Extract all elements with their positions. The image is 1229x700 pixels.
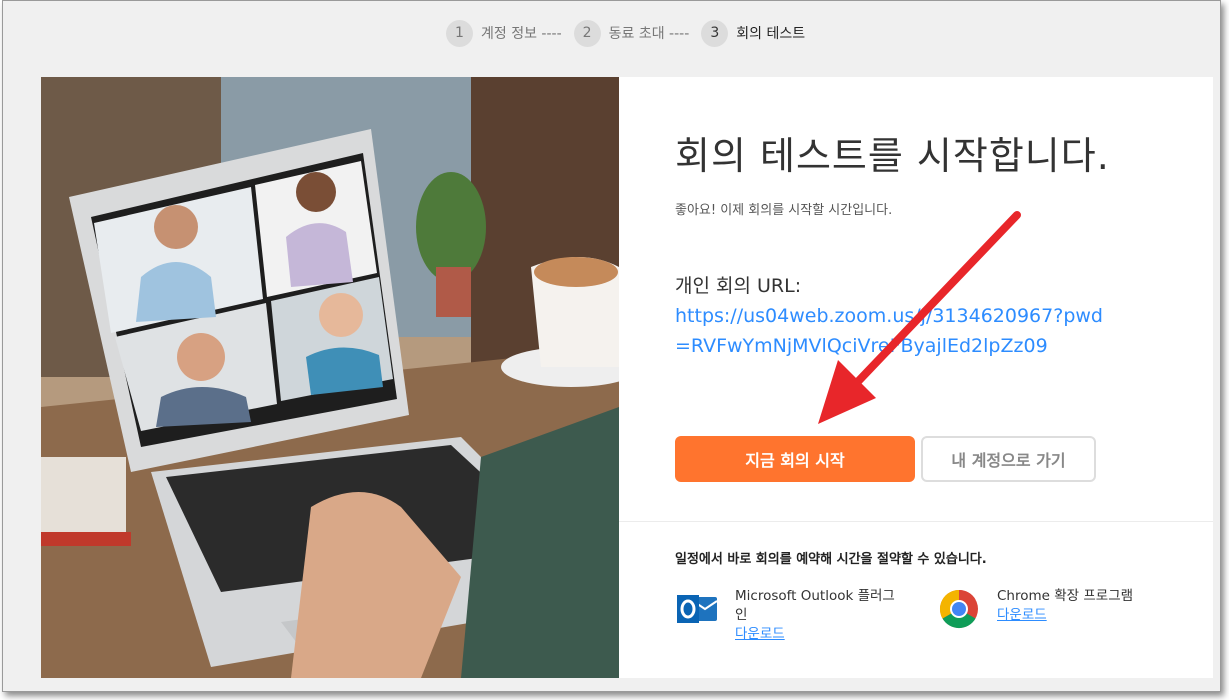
step-label: 계정 정보 ----: [481, 26, 562, 42]
chrome-extension-name: Chrome 확장 프로그램: [997, 588, 1134, 604]
page-subtitle: 좋아요! 이제 회의를 시작할 시간입니다.: [675, 203, 893, 218]
step-invite-colleagues: 2 동료 초대 ----: [573, 19, 690, 47]
chrome-extension: Chrome 확장 프로그램 다운로드: [937, 587, 1133, 631]
step-account-info: 1 계정 정보 ----: [446, 19, 562, 47]
outlook-download-link[interactable]: 다운로드: [735, 625, 900, 644]
chrome-icon: [939, 589, 978, 629]
divider: [619, 521, 1213, 522]
main-card: 회의 테스트를 시작합니다. 좋아요! 이제 회의를 시작할 시간입니다. 개인…: [41, 77, 1213, 678]
hero-photo: [41, 77, 619, 678]
step-label: 동료 초대 ----: [608, 26, 690, 42]
schedule-tip-text: 일정에서 바로 회의를 예약해 시간을 절약할 수 있습니다.: [675, 552, 987, 567]
step-number: 3: [701, 19, 729, 47]
personal-meeting-url-link[interactable]: https://us04web.zoom.us/j/3134620967?pwd…: [675, 301, 1105, 361]
step-indicator: 1 계정 정보 ---- 2 동료 초대 ---- 3 회의 테스트: [446, 19, 817, 47]
outlook-plugin: Microsoft Outlook 플러그인 다운로드: [675, 587, 900, 644]
outlook-plugin-name: Microsoft Outlook 플러그인: [735, 588, 895, 623]
personal-meeting-url-label: 개인 회의 URL:: [675, 275, 802, 297]
page-title: 회의 테스트를 시작합니다.: [675, 134, 1110, 178]
go-to-account-button[interactable]: 내 계정으로 가기: [921, 436, 1096, 482]
start-meeting-button[interactable]: 지금 회의 시작: [675, 436, 915, 482]
outlook-icon: [677, 595, 718, 623]
content-panel: 회의 테스트를 시작합니다. 좋아요! 이제 회의를 시작할 시간입니다. 개인…: [619, 77, 1213, 678]
chrome-download-link[interactable]: 다운로드: [997, 606, 1133, 625]
step-number: 2: [573, 19, 601, 47]
step-label: 회의 테스트: [736, 26, 806, 42]
step-number: 1: [446, 19, 473, 47]
step-test-meeting: 3 회의 테스트: [701, 19, 806, 47]
window-frame: 1 계정 정보 ---- 2 동료 초대 ---- 3 회의 테스트 회의 테스…: [2, 0, 1221, 692]
laptop-video-call-illustration: [41, 77, 619, 678]
